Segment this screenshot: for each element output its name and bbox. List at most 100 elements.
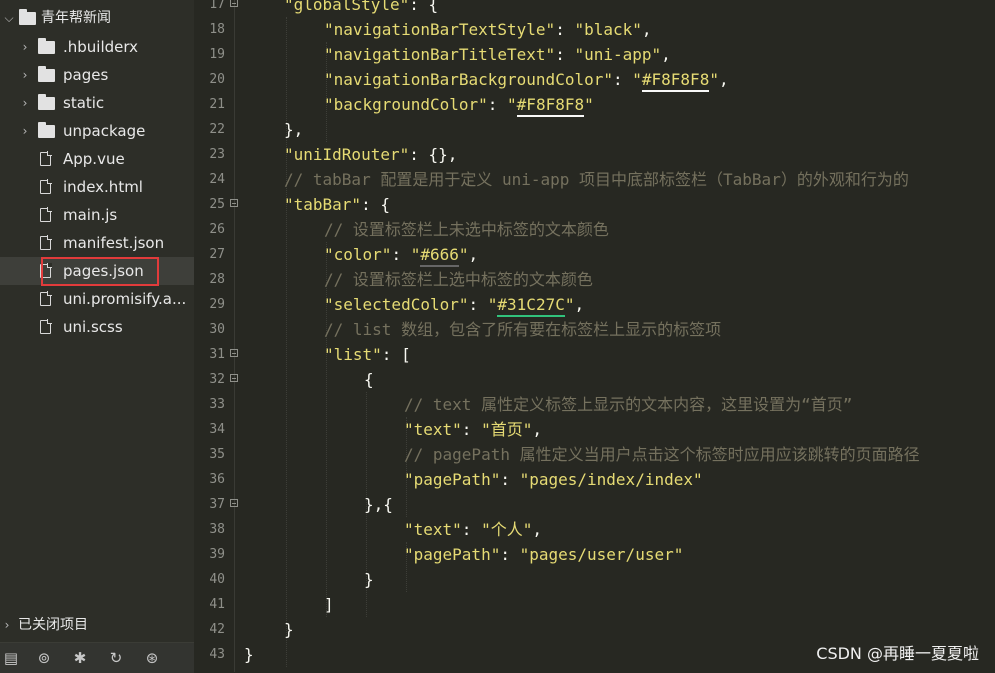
color-swatch-value: #666 [420,245,459,267]
code-text: } [364,567,374,592]
code-line: 35 // pagePath 属性定义当用户点击这个标签时应用应该跳转的页面路径 [195,442,995,467]
tree-item-label: static [63,94,105,112]
tree-item[interactable]: › static [0,89,194,117]
folder-icon [38,94,55,110]
fold-toggle-icon[interactable] [230,0,238,7]
code-token: , [468,245,479,264]
code-line: 36 "pagePath": "pages/index/index" [195,467,995,492]
tree-item[interactable]: index.html [0,173,194,201]
fold-toggle-icon[interactable] [230,349,238,357]
code-token: "pages/index/index" [519,470,703,489]
git-refresh-icon[interactable]: ↻ [107,649,125,667]
code-token: } [364,570,374,589]
code-token: : { [361,195,390,214]
line-number: 34 [209,422,225,437]
file-icon [40,291,52,306]
tree-item[interactable]: uni.promisify.a... [0,285,194,313]
code-line: 31 "list": [ [195,342,995,367]
code-text: "navigationBarBackgroundColor": "#F8F8F8… [324,67,729,92]
list-icon[interactable]: ▤ [2,649,20,667]
code-text: }, [284,117,303,142]
fold-toggle-icon[interactable] [230,499,238,507]
line-number: 29 [209,297,225,312]
code-text: "tabBar": { [284,192,390,217]
code-token: "首页" [481,420,533,439]
chevron-right-icon[interactable]: › [20,89,30,117]
line-number: 42 [209,622,225,637]
tree-item-label: index.html [63,178,143,196]
code-text: "pagePath": "pages/user/user" [404,542,683,567]
bug-icon[interactable]: ✱ [71,649,89,667]
network-icon[interactable]: ⊛ [143,649,161,667]
chevron-right-icon[interactable]: › [20,117,30,145]
project-root[interactable]: ⌵ 青年帮新闻 [0,4,194,32]
fold-toggle-icon[interactable] [230,199,238,207]
code-token: "navigationBarTextStyle" [324,20,556,39]
tree-item[interactable]: › pages [0,61,194,89]
code-line: 34 "text": "首页", [195,417,995,442]
code-token: : [391,245,411,264]
tree-item[interactable]: App.vue [0,145,194,173]
color-swatch-value: #31C27C [497,295,565,317]
code-text: "globalStyle": { [284,0,438,17]
fold-toggle-icon[interactable] [230,374,238,382]
code-line: 41] [195,592,995,617]
file-icon [40,207,52,222]
file-icon [40,179,52,194]
code-line: 17 "globalStyle": { [195,0,995,17]
code-text: "text": "首页", [404,417,542,442]
tree-item[interactable]: manifest.json [0,229,194,257]
line-number: 32 [209,372,225,387]
code-token: "globalStyle" [284,0,410,14]
code-text: // list 数组，包含了所有要在标签栏上显示的标签项 [324,317,721,342]
tree-item[interactable]: › .hbuilderx [0,33,194,61]
project-name: 青年帮新闻 [41,10,111,26]
line-number: 41 [209,597,225,612]
tree-item[interactable]: main.js [0,201,194,229]
line-number: 39 [209,547,225,562]
line-number: 17 [209,0,225,12]
tree-item-label: unpackage [63,122,146,140]
code-token: : [ [381,345,411,364]
chevron-right-icon[interactable]: › [20,61,30,89]
binoculars-icon[interactable]: ⊚ [35,649,53,667]
line-number: 38 [209,522,225,537]
chevron-down-icon[interactable]: ⌵ [4,4,14,32]
code-token: "pagePath" [404,545,501,564]
code-token: "color" [324,245,392,264]
line-number: 21 [209,97,225,112]
comment-token: // tabBar 配置是用于定义 uni-app 项目中底部标签栏（TabBa… [284,170,909,189]
code-token: "tabBar" [284,195,362,214]
code-token: : [500,545,520,564]
code-text: // 设置标签栏上选中标签的文本颜色 [324,267,593,292]
line-number: 33 [209,397,225,412]
tree-item[interactable]: › unpackage [0,117,194,145]
tree-item-label: uni.promisify.a... [63,290,187,308]
code-token: }, [284,120,304,139]
code-line: 42} [195,617,995,642]
closed-projects-label: 已关闭项目 [18,617,88,633]
tree-item[interactable]: uni.scss [0,313,194,341]
line-number: 19 [209,47,225,62]
file-icon [40,151,52,166]
comment-token: // text 属性定义标签上显示的文本内容，这里设置为“首页” [404,395,853,414]
code-text: "navigationBarTextStyle": "black", [324,17,652,42]
closed-projects[interactable]: › 已关闭项目 [0,611,194,639]
highlight-annotation [41,257,159,286]
code-token: "个人" [481,520,533,539]
code-token: " [709,70,719,89]
chevron-right-icon[interactable]: › [20,33,30,61]
code-editor[interactable]: 17 "globalStyle": {18 "navigationBarTextSt… [195,0,995,672]
folder-icon [38,38,55,54]
line-number: 26 [209,222,225,237]
code-token: " [507,95,517,114]
file-icon [40,235,52,250]
folder-icon [38,66,55,82]
line-number: 25 [209,197,225,212]
code-token: : [487,95,508,114]
code-line: 26 // 设置标签栏上未选中标签的文本颜色 [195,217,995,242]
code-token: "list" [324,345,382,364]
code-token: " [410,245,421,264]
code-line: 39 "pagePath": "pages/user/user" [195,542,995,567]
code-text: ] [324,592,334,617]
